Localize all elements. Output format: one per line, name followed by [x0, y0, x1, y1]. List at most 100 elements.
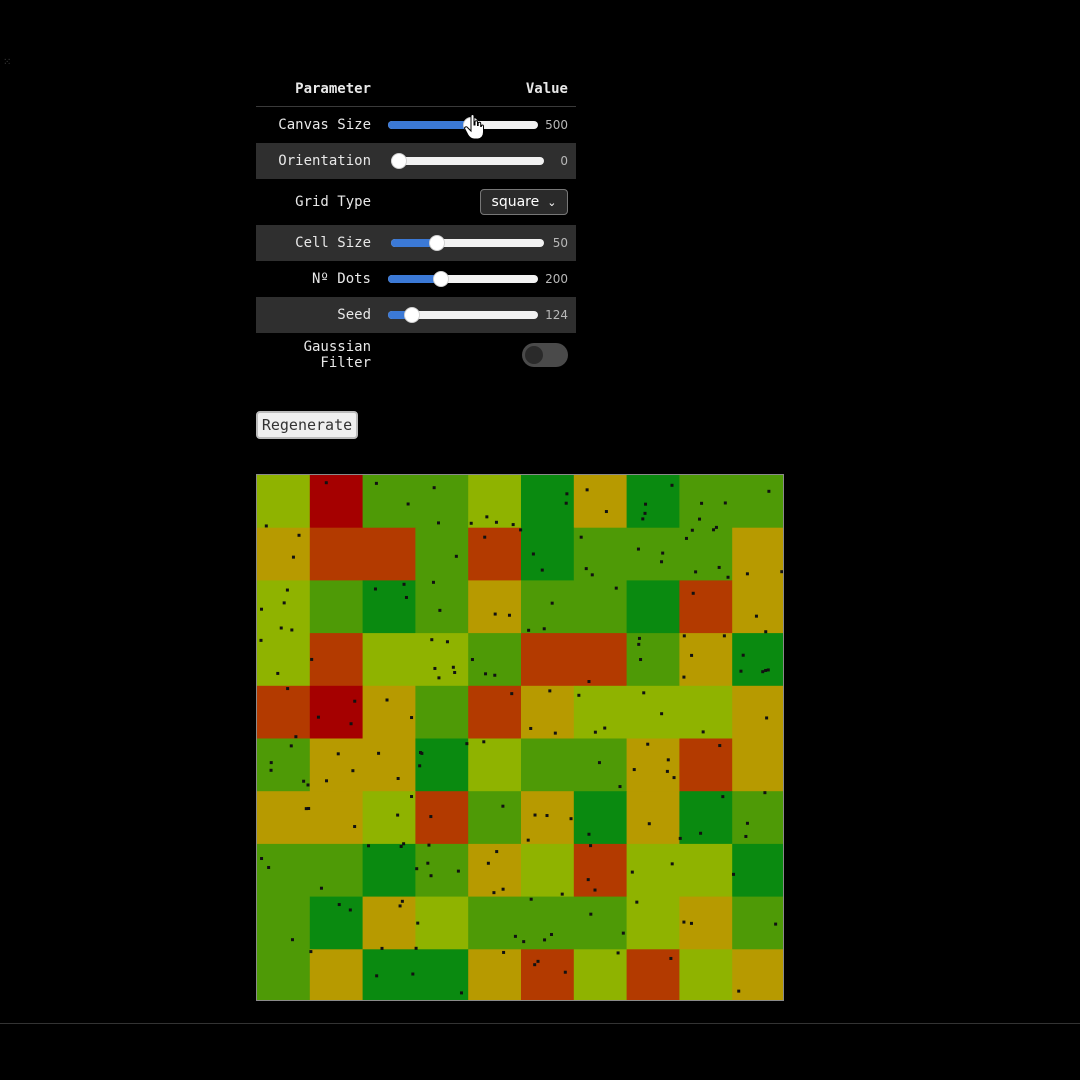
grid-cell [573, 791, 628, 845]
grid-dot [367, 844, 371, 848]
grid-dot [632, 768, 636, 772]
grid-cell [626, 896, 680, 950]
grid-cell [468, 580, 522, 634]
grid-dot [492, 891, 496, 895]
slider-thumb[interactable] [432, 271, 449, 287]
grid-dot [560, 892, 564, 896]
grid-dot [337, 903, 341, 907]
grid-dot [522, 940, 526, 944]
grid-dot [579, 535, 583, 539]
grid-cell [362, 475, 416, 529]
grid-cell [573, 949, 628, 1000]
grid-dot [660, 560, 664, 564]
grid-dot [780, 570, 783, 574]
grid-dot [587, 680, 591, 684]
grid-cell [468, 475, 522, 529]
grid-dot [456, 869, 460, 873]
canvas-size-label: Canvas Size [278, 117, 371, 133]
grid-cell [521, 843, 575, 898]
grid-dot [418, 764, 422, 768]
grid-dot [765, 716, 769, 720]
grid-dot [553, 731, 557, 735]
slider-thumb[interactable] [428, 235, 445, 251]
grid-cell [679, 738, 733, 792]
grid-dot [754, 614, 758, 618]
grid-dot [774, 922, 778, 926]
grid-dot [637, 642, 641, 646]
grid-cell [309, 527, 364, 581]
grid-cell [257, 843, 311, 898]
n-dots-slider[interactable] [388, 271, 538, 287]
grid-dot [325, 779, 329, 783]
slider-fill [388, 121, 471, 129]
grid-cell [362, 527, 416, 581]
grid-dot [763, 791, 767, 795]
grid-dot [586, 878, 590, 882]
grid-dot [445, 640, 449, 644]
grid-cell [679, 633, 733, 687]
grid-cell [362, 580, 416, 634]
grid-dot [744, 834, 748, 838]
grid-dot [510, 692, 514, 696]
cell-size-slider[interactable] [391, 235, 544, 251]
grid-type-select[interactable]: square ⌄ [480, 189, 568, 215]
grid-dot [665, 769, 669, 773]
grid-dot [279, 626, 283, 630]
row-seed: Seed 124 [256, 297, 576, 333]
grid-dot [430, 638, 434, 642]
grid-dot [316, 715, 320, 719]
grid-dot [684, 536, 688, 540]
grid-cell [626, 527, 680, 581]
grid-dot [310, 657, 314, 661]
orientation-slider[interactable] [391, 153, 544, 169]
grid-dot [764, 630, 768, 634]
grid-dot [285, 588, 289, 592]
grid-dot [385, 698, 389, 702]
grid-cell [468, 843, 522, 898]
row-orientation: Orientation 0 [256, 143, 576, 179]
grid-dot [621, 931, 625, 935]
grid-dot [402, 842, 406, 846]
grid-dot [550, 601, 554, 605]
gaussian-filter-toggle[interactable] [522, 343, 568, 367]
cell-size-value: 50 [552, 236, 568, 250]
grid-dot [260, 607, 264, 611]
regenerate-button[interactable]: Regenerate [256, 411, 358, 439]
grid-dot [410, 716, 414, 720]
grid-dot [637, 636, 641, 640]
slider-thumb[interactable] [404, 307, 420, 323]
grid-cell [257, 949, 311, 1000]
grid-dot [589, 912, 593, 916]
canvas-size-slider[interactable] [388, 117, 538, 133]
grid-dot [436, 521, 440, 525]
grid-dot [375, 974, 379, 978]
grid-cell [521, 633, 575, 687]
grid-cell [573, 685, 628, 739]
grid-dot [589, 844, 593, 848]
seed-label: Seed [337, 307, 371, 323]
seed-slider[interactable] [388, 307, 538, 323]
grid-dot [660, 712, 664, 716]
grid-dot [666, 758, 670, 762]
grid-dot [614, 586, 618, 590]
grid-dot [642, 691, 646, 695]
grid-dot [542, 627, 546, 631]
grid-dot [603, 726, 607, 730]
grid-cell [573, 738, 628, 792]
grid-cell [257, 738, 311, 792]
grid-dot [470, 658, 474, 662]
slider-thumb[interactable] [391, 153, 407, 169]
grid-dot [484, 672, 488, 676]
grid-cell [521, 527, 575, 581]
grid-dot [721, 795, 725, 799]
row-grid-type: Grid Type square ⌄ [256, 179, 576, 225]
grid-cell [679, 843, 733, 898]
grid-dot [351, 769, 355, 773]
grid-dot [482, 740, 486, 744]
grid-cell [415, 527, 469, 581]
grid-dot [410, 795, 414, 799]
table-header: Parameter Value [256, 72, 576, 107]
grid-dot [398, 904, 402, 908]
grid-dot [536, 959, 540, 963]
grid-dot [590, 573, 594, 577]
